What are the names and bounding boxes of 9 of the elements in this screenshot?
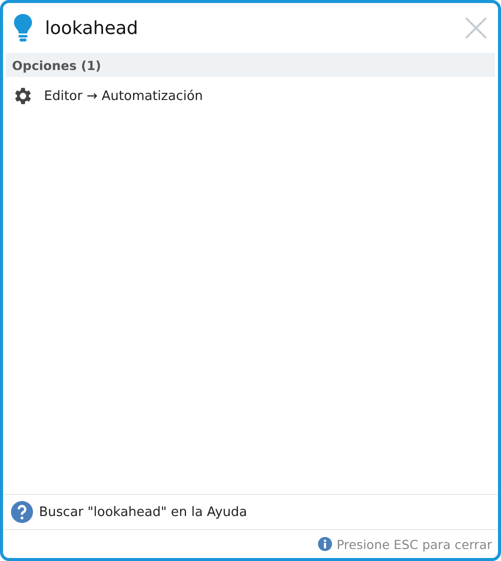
search-field[interactable]: lookahead: [45, 18, 450, 38]
close-icon: [464, 16, 488, 40]
help-icon: [11, 501, 33, 523]
result-item[interactable]: Editor → Automatización: [6, 77, 495, 115]
help-search-link[interactable]: Buscar "lookahead" en la Ayuda: [39, 504, 248, 520]
lightbulb-icon: [13, 13, 33, 43]
section-title: Opciones (1): [12, 58, 102, 72]
info-icon: [318, 537, 332, 551]
status-text: Presione ESC para cerrar: [336, 536, 492, 552]
